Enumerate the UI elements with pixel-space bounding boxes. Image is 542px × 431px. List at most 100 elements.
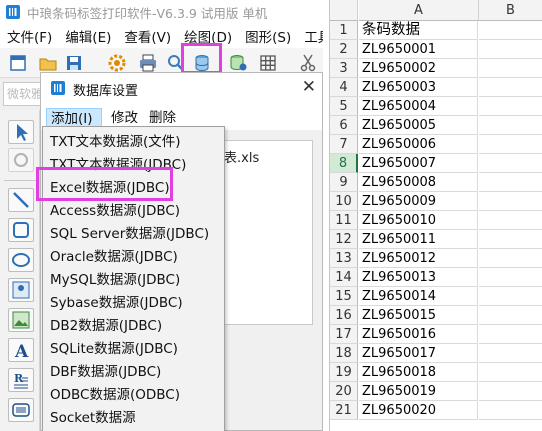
menu-item-socket[interactable]: Socket数据源 <box>50 409 136 428</box>
menu-file[interactable]: 文件(F) <box>7 26 52 46</box>
cell-a[interactable]: ZL9650012 <box>359 249 478 268</box>
menu-edit[interactable]: 编辑(E) <box>65 26 111 46</box>
row-header[interactable]: 20 <box>330 382 358 401</box>
menu-tools[interactable]: 工具 <box>304 26 323 46</box>
menu-item-access-jdbc[interactable]: Access数据源(JDBC) <box>50 202 180 221</box>
cell-b[interactable] <box>479 211 542 230</box>
cell-b[interactable] <box>479 249 542 268</box>
cell-a[interactable]: ZL9650019 <box>359 382 478 401</box>
cell-a[interactable]: ZL9650005 <box>359 116 478 135</box>
menu-item-txt-file[interactable]: TXT文本数据源(文件) <box>50 133 181 152</box>
cell-b[interactable] <box>479 97 542 116</box>
cell-b[interactable] <box>479 344 542 363</box>
cell-a[interactable]: ZL9650013 <box>359 268 478 287</box>
cell-b[interactable] <box>479 325 542 344</box>
cell-b[interactable] <box>479 401 542 420</box>
cell-a[interactable]: ZL9650017 <box>359 344 478 363</box>
row-header[interactable]: 12 <box>330 230 358 249</box>
row-header[interactable]: 13 <box>330 249 358 268</box>
cell-a[interactable]: ZL9650007 <box>359 154 478 173</box>
print-icon[interactable] <box>138 53 158 73</box>
menu-item-dbf-jdbc[interactable]: DBF数据源(JDBC) <box>50 363 161 382</box>
row-header[interactable]: 18 <box>330 344 358 363</box>
select-all-corner[interactable] <box>330 0 358 21</box>
cell-a[interactable]: ZL9650002 <box>359 59 478 78</box>
save-icon[interactable] <box>64 53 84 73</box>
row-header[interactable]: 9 <box>330 173 358 192</box>
menu-shape[interactable]: 图形(S) <box>245 26 291 46</box>
menu-item-sqlserver-jdbc[interactable]: SQL Server数据源(JDBC) <box>50 225 209 244</box>
cell-a[interactable]: ZL9650008 <box>359 173 478 192</box>
row-header[interactable]: 8 <box>330 154 358 173</box>
database-connect-icon[interactable] <box>228 53 248 73</box>
datasource-list[interactable]: 表.xls <box>219 140 313 325</box>
cell-a[interactable]: ZL9650015 <box>359 306 478 325</box>
cell-b[interactable] <box>479 192 542 211</box>
picture-tool[interactable] <box>8 308 34 332</box>
row-header[interactable]: 14 <box>330 268 358 287</box>
cell-a[interactable]: ZL9650011 <box>359 230 478 249</box>
cell-a[interactable]: ZL9650006 <box>359 135 478 154</box>
cell-b[interactable] <box>479 382 542 401</box>
image-tool[interactable] <box>8 278 34 302</box>
delete-menu[interactable]: 删除 <box>149 108 176 128</box>
cell-a[interactable]: ZL9650003 <box>359 78 478 97</box>
menu-item-mysql-jdbc[interactable]: MySQL数据源(JDBC) <box>50 271 180 290</box>
row-header[interactable]: 5 <box>330 97 358 116</box>
new-file-icon[interactable] <box>8 53 28 73</box>
cell-b[interactable] <box>479 78 542 97</box>
dialog-close-button[interactable]: ✕ <box>302 77 316 97</box>
row-header[interactable]: 16 <box>330 306 358 325</box>
cell-a[interactable]: ZL9650010 <box>359 211 478 230</box>
cell-a[interactable]: ZL9650009 <box>359 192 478 211</box>
cell-b[interactable] <box>479 21 542 40</box>
text-tool[interactable]: A <box>8 338 34 362</box>
cell-b[interactable] <box>479 287 542 306</box>
menu-item-odbc[interactable]: ODBC数据源(ODBC) <box>50 386 180 405</box>
cell-b[interactable] <box>479 173 542 192</box>
cell-b[interactable] <box>479 40 542 59</box>
row-header[interactable]: 1 <box>330 21 358 40</box>
barcode-tool[interactable] <box>8 398 34 422</box>
menu-item-db2-jdbc[interactable]: DB2数据源(JDBC) <box>50 317 162 336</box>
open-folder-icon[interactable] <box>38 53 58 73</box>
cell-a[interactable]: ZL9650004 <box>359 97 478 116</box>
cell-a[interactable]: ZL9650020 <box>359 401 478 420</box>
modify-menu[interactable]: 修改 <box>111 108 138 128</box>
cell-b[interactable] <box>479 306 542 325</box>
row-header[interactable]: 4 <box>330 78 358 97</box>
cell-b[interactable] <box>479 154 542 173</box>
column-header-a[interactable]: A <box>359 0 479 21</box>
menu-item-oracle-jdbc[interactable]: Oracle数据源(JDBC) <box>50 248 178 267</box>
cell-b[interactable] <box>479 116 542 135</box>
menu-view[interactable]: 查看(V) <box>124 26 171 46</box>
cell-a[interactable]: ZL9650018 <box>359 363 478 382</box>
row-header[interactable]: 15 <box>330 287 358 306</box>
cell-b[interactable] <box>479 268 542 287</box>
row-header[interactable]: 10 <box>330 192 358 211</box>
line-tool[interactable] <box>8 188 34 212</box>
row-header[interactable]: 19 <box>330 363 358 382</box>
row-header[interactable]: 11 <box>330 211 358 230</box>
add-menu[interactable]: 添加(I) <box>46 108 102 128</box>
cell-b[interactable] <box>479 135 542 154</box>
cell-a[interactable]: ZL9650001 <box>359 40 478 59</box>
column-header-b[interactable]: B <box>479 0 542 21</box>
menu-item-sybase-jdbc[interactable]: Sybase数据源(JDBC) <box>50 294 183 313</box>
grid-icon[interactable] <box>258 53 278 73</box>
row-header[interactable]: 2 <box>330 40 358 59</box>
cut-icon[interactable] <box>298 53 318 73</box>
cell-a[interactable]: ZL9650016 <box>359 325 478 344</box>
row-header[interactable]: 6 <box>330 116 358 135</box>
pointer-tool[interactable] <box>8 120 34 144</box>
cell-b[interactable] <box>479 363 542 382</box>
rounded-rect-tool[interactable] <box>8 218 34 242</box>
row-header[interactable]: 21 <box>330 401 358 420</box>
settings-gear-icon[interactable] <box>107 53 127 73</box>
rotate-tool[interactable] <box>8 148 34 172</box>
menu-item-sqlite-jdbc[interactable]: SQLite数据源(JDBC) <box>50 340 178 359</box>
row-header[interactable]: 7 <box>330 135 358 154</box>
row-header[interactable]: 17 <box>330 325 358 344</box>
cell-a[interactable]: ZL9650014 <box>359 287 478 306</box>
row-header[interactable]: 3 <box>330 59 358 78</box>
